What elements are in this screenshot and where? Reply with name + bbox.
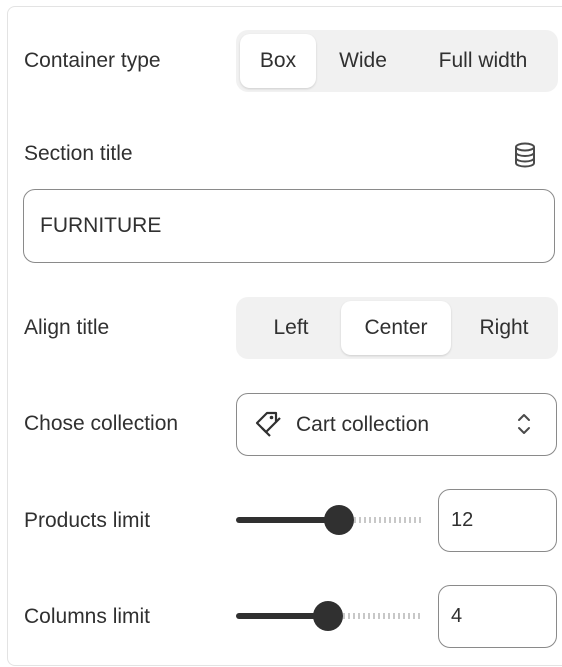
container-type-segmented: Box Wide Full width: [236, 30, 558, 92]
container-type-full-width-option[interactable]: Full width: [412, 34, 554, 88]
container-type-label: Container type: [24, 49, 161, 72]
columns-limit-slider-thumb[interactable]: [313, 601, 343, 631]
collection-select[interactable]: Cart collection: [236, 393, 557, 456]
section-title-label: Section title: [24, 142, 133, 165]
collection-label: Chose collection: [24, 412, 179, 435]
align-left-option[interactable]: Left: [244, 301, 338, 355]
container-type-wide-option[interactable]: Wide: [322, 34, 404, 88]
products-limit-label: Products limit: [24, 509, 151, 532]
align-title-segmented: Left Center Right: [236, 297, 558, 359]
products-limit-slider-thumb[interactable]: [324, 505, 354, 535]
columns-limit-input[interactable]: [438, 585, 557, 648]
align-right-option[interactable]: Right: [456, 301, 552, 355]
section-title-input[interactable]: [23, 189, 555, 263]
tag-icon: [253, 410, 283, 438]
align-center-option[interactable]: Center: [341, 301, 451, 355]
collection-value: Cart collection: [296, 412, 430, 436]
database-icon[interactable]: [513, 142, 537, 168]
container-type-box-option[interactable]: Box: [240, 34, 316, 88]
products-limit-input[interactable]: [438, 489, 557, 552]
chevron-up-down-icon: [516, 411, 532, 437]
columns-limit-label: Columns limit: [24, 605, 151, 628]
align-title-label: Align title: [24, 316, 110, 339]
